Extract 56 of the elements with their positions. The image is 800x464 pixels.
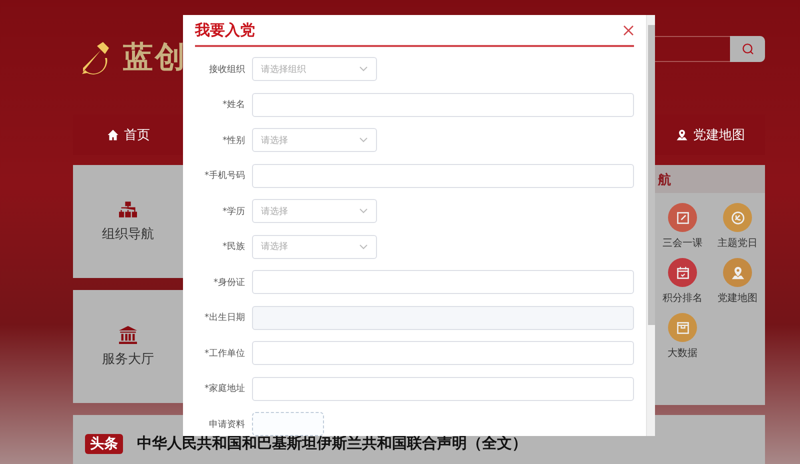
shortcut-icon-circle[interactable] [668,258,697,287]
edit-icon [676,210,690,224]
calendar-icon [676,266,690,280]
chevron-down-icon [359,208,368,214]
field-label: *出生日期 [204,312,245,324]
shortcut-label: 大数据 [668,346,698,360]
nav-card[interactable]: 组织导航 [73,165,183,278]
field-label: 接收组织 [208,64,245,76]
field-label: 申请资料 [208,418,245,430]
field-label: *手机号码 [204,170,245,182]
scrollbar[interactable] [646,15,655,436]
search-button[interactable] [730,36,765,62]
field-label: *学历 [222,206,245,218]
close-button[interactable] [623,24,634,36]
card-label: 组织导航 [102,226,154,242]
date-field[interactable] [252,306,634,330]
input-field[interactable] [252,341,634,365]
chevron-down-icon [359,66,368,72]
input-field[interactable] [252,92,634,116]
input-field[interactable] [252,164,634,188]
field-label: *姓名 [222,98,245,111]
shortcut-label: 主题党日 [718,236,758,250]
nav-card[interactable]: 服务大厅 [73,290,183,403]
input-field[interactable] [252,270,634,294]
archive-icon [676,320,690,334]
shortcut-icon-circle[interactable] [723,258,752,287]
headline-link[interactable]: 中华人民共和国和巴基斯坦伊斯兰共和国联合声明（全文） [137,434,527,453]
field-label: *性别 [222,134,245,146]
panel-title: 航 [655,165,765,193]
nav-link[interactable]: 首页 [107,126,150,144]
chevron-down-icon [359,137,368,143]
emblem-icon [730,210,744,224]
hierarchy-icon [119,200,137,218]
shortcut-icon-circle[interactable] [668,203,697,232]
upload-area[interactable] [252,412,324,436]
dialog-title: 我要入党 [195,20,255,40]
nav-link[interactable]: 党建地图 [676,126,745,144]
field-label: *身份证 [212,276,245,288]
field-label: *民族 [222,240,245,253]
field-label: *家庭地址 [204,382,245,395]
card-label: 服务大厅 [102,350,154,368]
map-pin-icon [730,266,744,280]
headline-badge: 头条 [85,434,123,454]
shortcut-icon-circle[interactable] [668,313,697,342]
shortcut-label: 党建地图 [718,292,758,305]
site-logo-text: 蓝创 [123,39,187,77]
shortcut-label: 积分排名 [662,292,702,305]
shortcut-icon-circle[interactable] [723,203,752,232]
bank-building-icon [119,326,137,344]
shortcut-label: 三会一课 [662,237,702,250]
chevron-down-icon [359,244,368,250]
map-pin-icon [676,129,688,141]
field-label: *工作单位 [204,348,245,360]
search-icon [742,43,754,55]
input-field[interactable] [252,376,634,400]
home-icon [107,129,119,141]
